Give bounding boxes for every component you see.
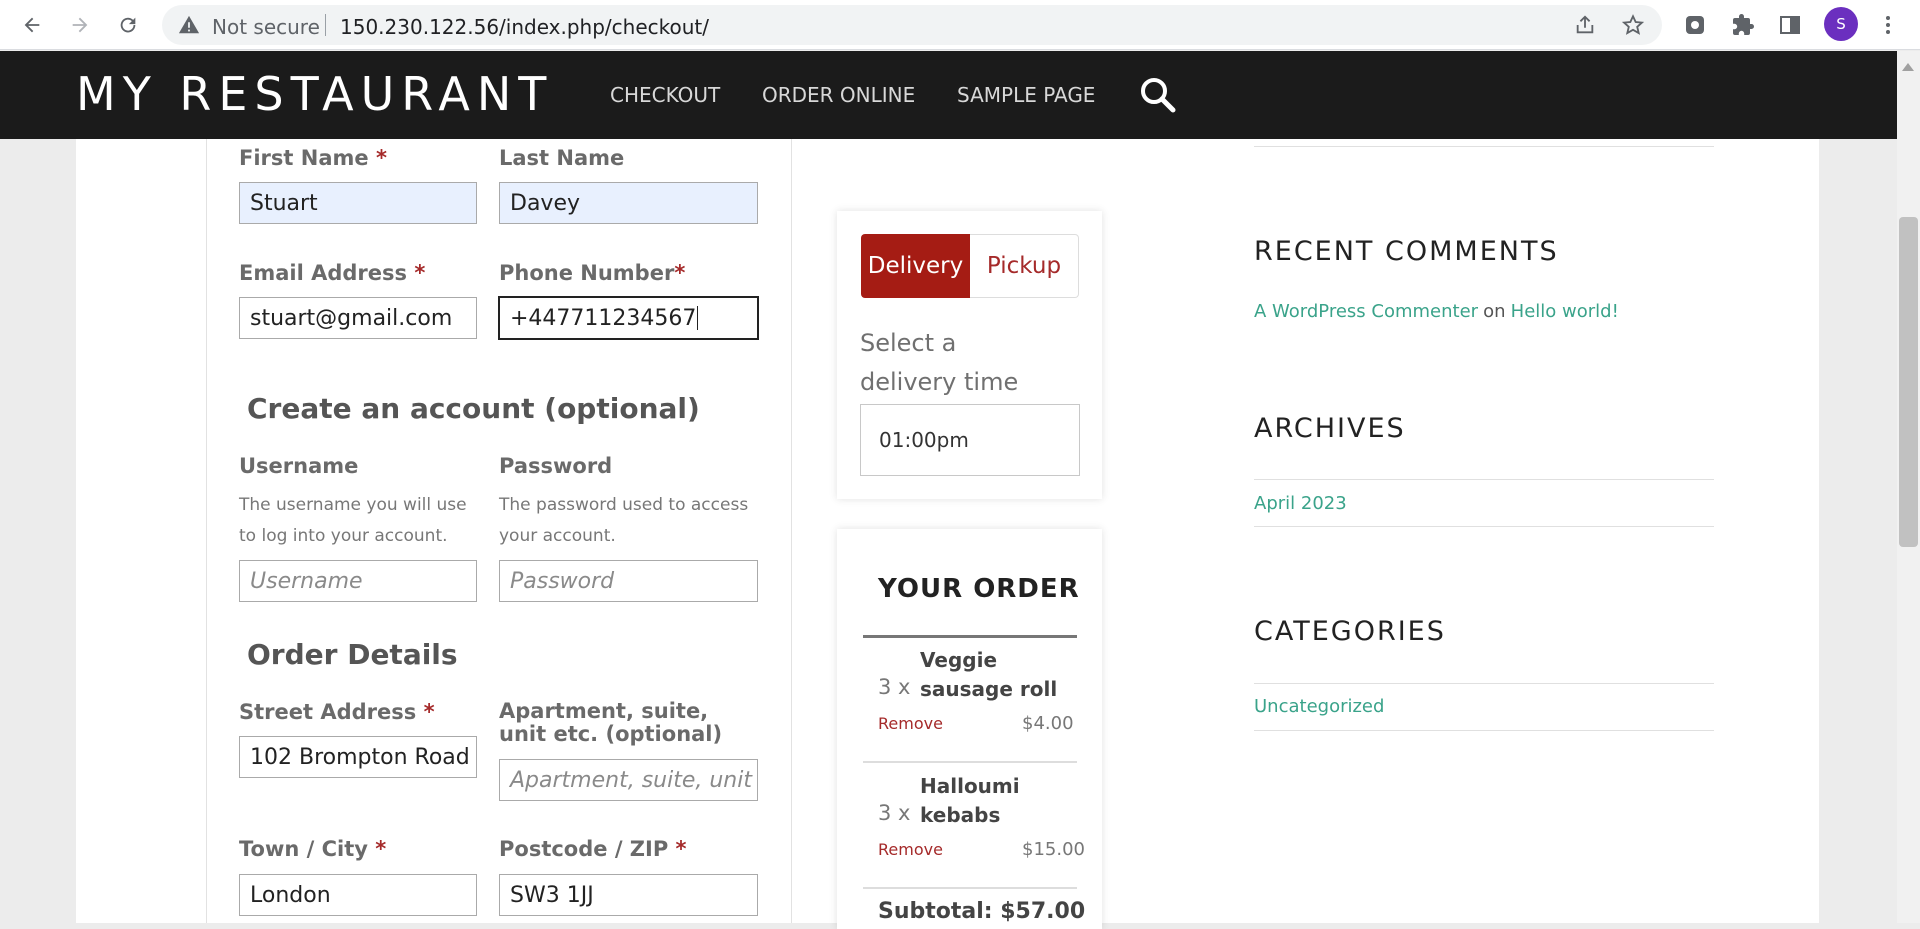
page-scrollbar-thumb[interactable] [1899,217,1918,547]
category-link[interactable]: Uncategorized [1254,696,1384,717]
warning-icon[interactable] [178,14,200,40]
widget-divider [1254,526,1714,527]
search-icon[interactable] [1138,75,1178,115]
side-panel-icon[interactable] [1774,9,1806,41]
order-item-qty: 3 x [878,675,911,699]
order-item-name: Halloumi kebabs [920,774,1020,827]
order-divider [863,887,1077,889]
order-divider [863,761,1077,763]
comment-on-text: on [1483,301,1506,322]
postcode-input[interactable]: SW3 1JJ [499,874,758,916]
username-help: The username you will use to log into yo… [239,495,467,546]
order-item-name: Veggie sausage roll [920,648,1058,701]
profile-avatar[interactable]: S [1824,7,1858,41]
archive-link[interactable]: April 2023 [1254,493,1347,514]
remove-item-link[interactable]: Remove [878,840,943,859]
recent-comment-entry: A WordPress Commenter on Hello world! [1254,301,1619,322]
widget-divider [1254,479,1714,480]
recent-comments-heading: RECENT COMMENTS [1254,236,1559,267]
apartment-input[interactable]: Apartment, suite, unit [499,759,758,801]
archives-heading: ARCHIVES [1254,413,1406,444]
password-help: The password used to access your account… [499,495,749,546]
widget-divider [1254,146,1714,147]
order-divider [863,635,1077,638]
city-label: Town / City * [239,837,387,861]
text-cursor [697,306,699,330]
more-menu-icon[interactable] [1872,9,1904,41]
first-name-input[interactable]: Stuart [239,182,477,224]
reload-icon[interactable] [110,7,146,43]
url-text: 150.230.122.56/index.php/checkout/ [340,15,709,39]
browser-toolbar: Not secure 150.230.122.56/index.php/chec… [0,0,1920,50]
street-input[interactable]: 102 Brompton Road [239,736,477,778]
city-input[interactable]: London [239,874,477,916]
order-subtotal: Subtotal: $57.00 [878,899,1086,924]
postcode-label: Postcode / ZIP * [499,837,687,861]
pickup-toggle-button[interactable]: Pickup [970,234,1079,298]
security-label: Not secure [212,15,320,39]
email-input[interactable]: stuart@gmail.com [239,297,477,339]
create-account-heading: Create an account (optional) [247,392,700,425]
categories-heading: CATEGORIES [1254,616,1446,647]
menu-item-checkout[interactable]: CHECKOUT [610,83,720,107]
share-icon[interactable] [1574,14,1596,40]
order-details-heading: Order Details [247,638,458,671]
forward-icon[interactable] [62,7,98,43]
delivery-time-label: Select a delivery time [860,329,1019,396]
password-label: Password [499,454,613,478]
omnibox-divider [325,14,326,36]
phone-label: Phone Number* [499,261,686,285]
username-input[interactable]: Username [239,560,477,602]
widget-divider [1254,730,1714,731]
street-label: Street Address * [239,700,435,724]
comment-post-link[interactable]: Hello world! [1511,301,1619,322]
extension-app-icon[interactable] [1679,9,1711,41]
site-header: MY RESTAURANT CHECKOUT ORDER ONLINE SAMP… [0,51,1897,139]
username-label: Username [239,454,359,478]
phone-input[interactable]: +447711234567 [498,296,759,340]
delivery-toggle-button[interactable]: Delivery [861,234,970,298]
order-item-qty: 3 x [878,801,911,825]
order-item-price: $15.00 [1022,839,1085,860]
comment-author-link[interactable]: A WordPress Commenter [1254,301,1478,322]
first-name-label: First Name * [239,146,387,170]
menu-item-sample-page[interactable]: SAMPLE PAGE [957,83,1095,107]
site-title[interactable]: MY RESTAURANT [76,67,553,121]
widget-divider [1254,683,1714,684]
address-bar[interactable]: Not secure 150.230.122.56/index.php/chec… [162,5,1662,45]
extensions-puzzle-icon[interactable] [1727,9,1759,41]
remove-item-link[interactable]: Remove [878,714,943,733]
last-name-label: Last Name [499,146,625,170]
password-input[interactable]: Password [499,560,758,602]
scroll-up-arrow-icon[interactable] [1902,56,1914,75]
apartment-label: Apartment, suite, unit etc. (optional) [499,699,723,746]
order-item-price: $4.00 [1022,713,1074,734]
bookmark-star-icon[interactable] [1621,14,1645,40]
menu-item-order-online[interactable]: ORDER ONLINE [762,83,915,107]
back-icon[interactable] [14,7,50,43]
last-name-input[interactable]: Davey [499,182,758,224]
your-order-heading: YOUR ORDER [878,574,1080,604]
email-label: Email Address * [239,261,426,285]
delivery-time-select[interactable]: 01:00pm [860,404,1080,476]
